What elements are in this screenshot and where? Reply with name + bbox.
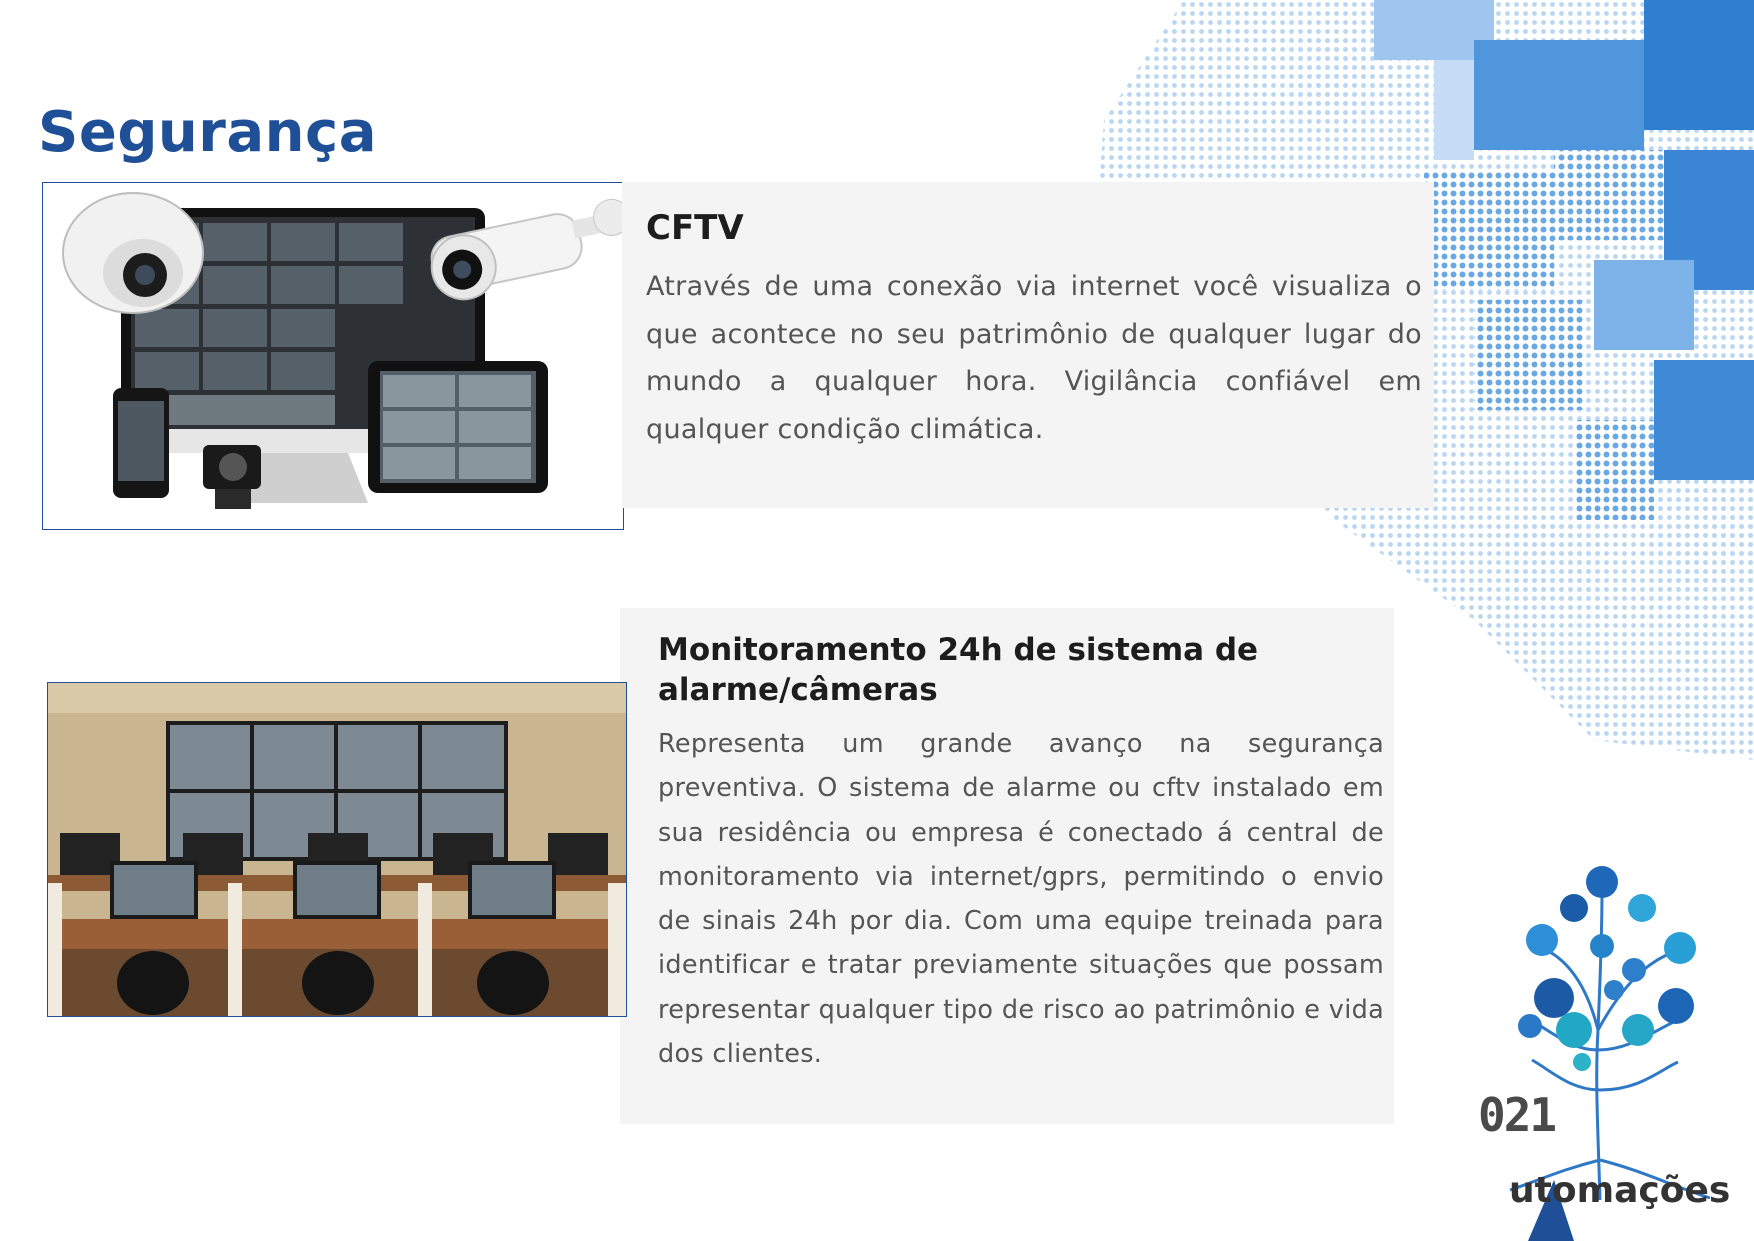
touch-icon — [1573, 1053, 1591, 1071]
signal-icon — [1628, 894, 1656, 922]
camera-icon — [1560, 894, 1588, 922]
monitoring-card: Monitoramento 24h de sistema de alarme/c… — [620, 608, 1394, 1124]
cftv-title: CFTV — [646, 208, 744, 248]
battery-icon — [1590, 934, 1614, 958]
monitoring-center-illustration — [48, 683, 626, 1016]
cftv-devices-image — [42, 182, 624, 530]
wifi-icon — [1526, 924, 1558, 956]
monitoring-title: Monitoramento 24h de sistema de alarme/c… — [658, 632, 1259, 708]
cftv-description: Através de uma conexão via internet você… — [646, 271, 1422, 445]
cftv-card: CFTV Através de uma conexão via internet… — [622, 182, 1434, 508]
computer-icon — [1658, 988, 1694, 1024]
logo-word: utomações — [1509, 1170, 1731, 1211]
cloud-icon — [1556, 1012, 1592, 1048]
page-title: Segurança — [38, 100, 378, 165]
monitoring-center-image — [47, 682, 627, 1017]
cftv-devices-illustration — [43, 183, 623, 529]
logo-number: 021 — [1478, 1088, 1557, 1142]
laptop-icon — [1534, 978, 1574, 1018]
storage-icon — [1622, 958, 1646, 982]
call-icon — [1664, 932, 1696, 964]
monitoring-description: Representa um grande avanço na segurança… — [658, 729, 1384, 1070]
chart-icon — [1622, 1014, 1654, 1046]
phone-icon — [1586, 866, 1618, 898]
lock-icon — [1604, 980, 1624, 1000]
globe-icon — [1518, 1014, 1542, 1038]
